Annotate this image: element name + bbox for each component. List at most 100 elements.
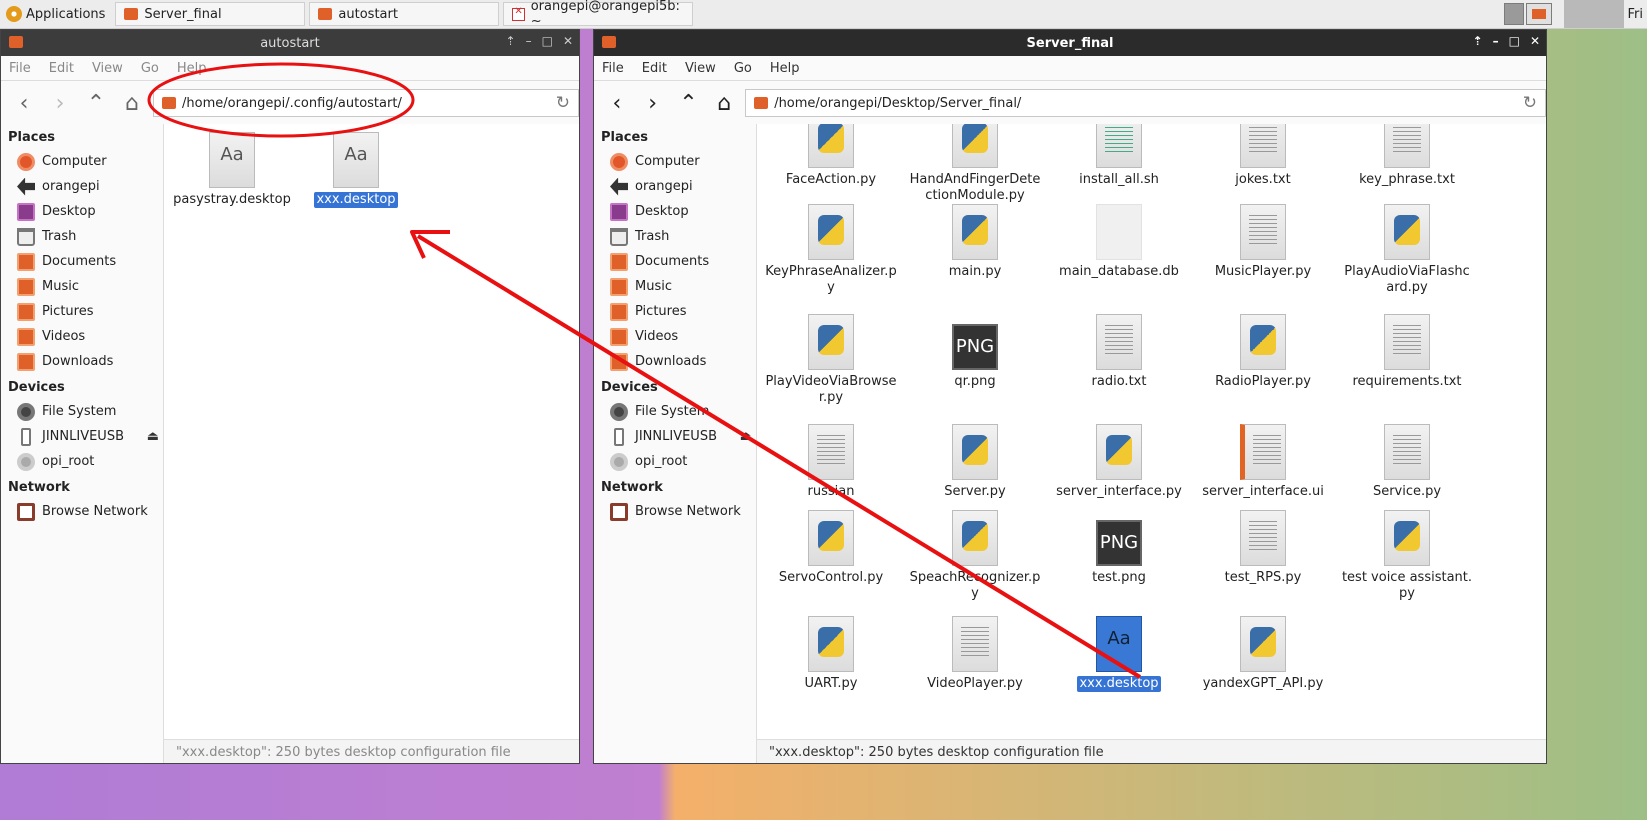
- sidebar-item-music[interactable]: Music: [1, 274, 163, 299]
- file-item[interactable]: server_interface.py: [1051, 424, 1187, 500]
- menu-view[interactable]: View: [92, 61, 123, 76]
- sidebar-item-browse-network[interactable]: Browse Network: [1, 499, 163, 524]
- sidebar-item-usb[interactable]: JINNLIVEUSB ⏏: [1, 424, 163, 449]
- sidebar-item-opi-root[interactable]: opi_root: [594, 449, 756, 474]
- menu-file[interactable]: File: [602, 61, 624, 76]
- home-button[interactable]: ⌂: [709, 88, 739, 118]
- eject-icon[interactable]: ⏏: [147, 429, 159, 444]
- maximize-button[interactable]: □: [542, 34, 553, 48]
- home-button[interactable]: ⌂: [117, 88, 147, 118]
- file-item[interactable]: test_RPS.py: [1195, 510, 1331, 586]
- sidebar-item-downloads[interactable]: Downloads: [594, 349, 756, 374]
- file-item[interactable]: ServoControl.py: [763, 510, 899, 586]
- sidebar-item-browse-network[interactable]: Browse Network: [594, 499, 756, 524]
- minimize-button[interactable]: –: [526, 34, 532, 48]
- sidebar-item-pictures[interactable]: Pictures: [1, 299, 163, 324]
- location-bar[interactable]: /home/orangepi/Desktop/Server_final/ ↻: [745, 89, 1546, 117]
- menu-help[interactable]: Help: [177, 61, 207, 76]
- file-item[interactable]: russian: [763, 424, 899, 500]
- sidebar-item-trash[interactable]: Trash: [594, 224, 756, 249]
- menu-help[interactable]: Help: [770, 61, 800, 76]
- sidebar-item-pictures[interactable]: Pictures: [594, 299, 756, 324]
- menu-go[interactable]: Go: [734, 61, 752, 76]
- sidebar-item-trash[interactable]: Trash: [1, 224, 163, 249]
- sidebar-item-documents[interactable]: Documents: [594, 249, 756, 274]
- eject-icon[interactable]: ⏏: [740, 429, 752, 444]
- sidebar-item-downloads[interactable]: Downloads: [1, 349, 163, 374]
- sidebar-item-file-system[interactable]: File System: [1, 399, 163, 424]
- file-item[interactable]: PlayVideoViaBrowser.py: [763, 314, 899, 406]
- file-item[interactable]: jokes.txt: [1195, 124, 1331, 188]
- sidebar-item-videos[interactable]: Videos: [1, 324, 163, 349]
- sidebar-item-desktop[interactable]: Desktop: [594, 199, 756, 224]
- file-item[interactable]: UART.py: [763, 616, 899, 692]
- file-item[interactable]: HandAndFingerDetectionModule.py: [907, 124, 1043, 204]
- sidebar-item-computer[interactable]: Computer: [1, 149, 163, 174]
- file-item[interactable]: FaceAction.py: [763, 124, 899, 188]
- menu-file[interactable]: File: [9, 61, 31, 76]
- file-item[interactable]: SpeachRecognizer.py: [907, 510, 1043, 602]
- file-item[interactable]: qr.png: [907, 314, 1043, 390]
- file-item[interactable]: xxx.desktop: [288, 132, 424, 208]
- window-titlebar[interactable]: autostart ⇡ – □ ✕: [1, 30, 579, 56]
- shade-button[interactable]: ⇡: [506, 34, 516, 48]
- forward-button[interactable]: ›: [45, 88, 75, 118]
- file-item[interactable]: key_phrase.txt: [1339, 124, 1475, 188]
- file-item[interactable]: main_database.db: [1051, 204, 1187, 280]
- file-item[interactable]: pasystray.desktop: [164, 132, 300, 208]
- applications-menu[interactable]: Applications: [0, 0, 111, 28]
- reload-icon[interactable]: ↻: [1523, 93, 1537, 113]
- back-button[interactable]: ‹: [9, 88, 39, 118]
- clock[interactable]: Fri: [1624, 7, 1647, 22]
- file-item[interactable]: Server.py: [907, 424, 1043, 500]
- menu-edit[interactable]: Edit: [642, 61, 667, 76]
- sidebar-item-desktop[interactable]: Desktop: [1, 199, 163, 224]
- file-item[interactable]: RadioPlayer.py: [1195, 314, 1331, 390]
- sidebar-item-orangepi[interactable]: orangepi: [1, 174, 163, 199]
- file-item[interactable]: test.png: [1051, 510, 1187, 586]
- file-item[interactable]: radio.txt: [1051, 314, 1187, 390]
- sidebar-item-videos[interactable]: Videos: [594, 324, 756, 349]
- taskbar-item-terminal[interactable]: orangepi@orangepi5b: ~: [503, 0, 694, 29]
- location-bar[interactable]: /home/orangepi/.config/autostart/ ↻: [153, 89, 579, 117]
- file-item[interactable]: main.py: [907, 204, 1043, 280]
- menu-edit[interactable]: Edit: [49, 61, 74, 76]
- file-item[interactable]: Service.py: [1339, 424, 1475, 500]
- sidebar-item-music[interactable]: Music: [594, 274, 756, 299]
- close-button[interactable]: ✕: [1530, 34, 1540, 48]
- menu-go[interactable]: Go: [141, 61, 159, 76]
- taskbar-item-server-final[interactable]: Server_final: [115, 2, 306, 26]
- sidebar-item-computer[interactable]: Computer: [594, 149, 756, 174]
- minimize-button[interactable]: –: [1493, 34, 1499, 48]
- reload-icon[interactable]: ↻: [556, 93, 570, 113]
- sidebar-item-orangepi[interactable]: orangepi: [594, 174, 756, 199]
- taskbar-item-autostart[interactable]: autostart: [309, 2, 500, 26]
- file-item[interactable]: KeyPhraseAnalizer.py: [763, 204, 899, 296]
- menu-view[interactable]: View: [685, 61, 716, 76]
- sidebar-item-label: Browse Network: [635, 504, 741, 519]
- sidebar-item-documents[interactable]: Documents: [1, 249, 163, 274]
- file-item[interactable]: install_all.sh: [1051, 124, 1187, 188]
- file-item[interactable]: test voice assistant.py: [1339, 510, 1475, 602]
- workspace-2[interactable]: [1525, 3, 1552, 25]
- sidebar-item-label: Videos: [42, 329, 86, 344]
- file-item[interactable]: yandexGPT_API.py: [1195, 616, 1331, 692]
- file-item[interactable]: xxx.desktop: [1051, 616, 1187, 692]
- sidebar-item-usb[interactable]: JINNLIVEUSB ⏏: [594, 424, 756, 449]
- forward-button[interactable]: ›: [638, 88, 668, 118]
- sidebar-item-opi-root[interactable]: opi_root: [1, 449, 163, 474]
- close-button[interactable]: ✕: [563, 34, 573, 48]
- file-item[interactable]: requirements.txt: [1339, 314, 1475, 390]
- file-item[interactable]: server_interface.ui: [1195, 424, 1331, 500]
- up-button[interactable]: ⌃: [81, 88, 111, 118]
- back-button[interactable]: ‹: [602, 88, 632, 118]
- shade-button[interactable]: ⇡: [1473, 34, 1483, 48]
- file-item[interactable]: VideoPlayer.py: [907, 616, 1043, 692]
- sidebar-item-file-system[interactable]: File System: [594, 399, 756, 424]
- workspace-1[interactable]: [1503, 3, 1524, 25]
- maximize-button[interactable]: □: [1509, 34, 1520, 48]
- up-button[interactable]: ⌃: [674, 88, 704, 118]
- file-item[interactable]: PlayAudioViaFlashcard.py: [1339, 204, 1475, 296]
- file-item[interactable]: MusicPlayer.py: [1195, 204, 1331, 280]
- window-titlebar[interactable]: Server_final ⇡ – □ ✕: [594, 30, 1546, 56]
